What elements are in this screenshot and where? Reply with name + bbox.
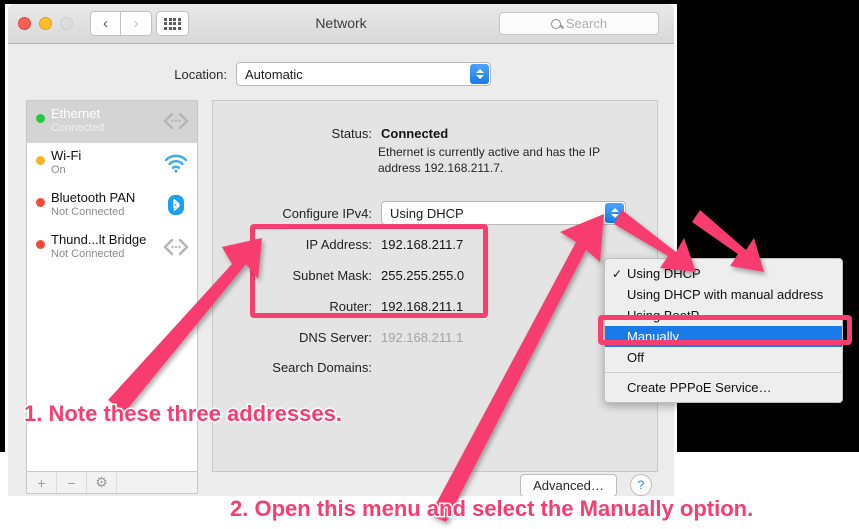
dns-server-value: 192.168.211.1 xyxy=(381,330,464,345)
service-actions-button[interactable]: ⚙ xyxy=(87,472,117,493)
status-dot xyxy=(36,114,45,123)
services-toolbar: + − ⚙ xyxy=(26,472,198,494)
window-titlebar: ‹ › Network Search xyxy=(8,4,674,44)
menu-item-using-dhcp[interactable]: Using DHCP xyxy=(605,263,842,284)
configure-ipv4-label: Configure IPv4: xyxy=(282,205,372,221)
annotation-step-1: 1. Note these three addresses. xyxy=(23,400,344,428)
sidebar-item-ethernet[interactable]: Ethernet Connected xyxy=(27,101,197,143)
annotation-step-2: 2. Open this menu and select the Manuall… xyxy=(228,495,754,523)
sidebar-item-thunderbolt-bridge[interactable]: Thund...lt Bridge Not Connected xyxy=(27,227,197,269)
search-input[interactable]: Search xyxy=(499,12,659,35)
help-button[interactable]: ? xyxy=(630,474,652,496)
sidebar-item-wifi[interactable]: Wi-Fi On xyxy=(27,143,197,185)
status-dot xyxy=(36,198,45,207)
wifi-icon xyxy=(162,153,190,173)
location-select[interactable]: Automatic xyxy=(236,62,491,86)
configure-ipv4-value: Using DHCP xyxy=(390,205,464,221)
ethernet-icon xyxy=(162,237,190,257)
location-label: Location: xyxy=(174,66,227,82)
location-stepper-icon[interactable] xyxy=(470,64,489,84)
ethernet-icon xyxy=(162,111,190,131)
sidebar-item-bluetooth-pan[interactable]: Bluetooth PAN Not Connected xyxy=(27,185,197,227)
menu-item-off[interactable]: Off xyxy=(605,347,842,368)
menu-item-using-dhcp-manual-address[interactable]: Using DHCP with manual address xyxy=(605,284,842,305)
search-domains-value xyxy=(372,360,381,375)
configure-ipv4-select[interactable]: Using DHCP xyxy=(381,201,626,225)
status-description: Ethernet is currently active and has the… xyxy=(378,145,600,175)
menu-separator xyxy=(605,372,842,373)
location-row: Location: Automatic xyxy=(8,62,674,86)
advanced-button[interactable]: Advanced… xyxy=(520,474,617,496)
status-dot xyxy=(36,156,45,165)
screenshot-root: ‹ › Network Search Location: Automatic E… xyxy=(0,0,859,529)
annotation-box-manually xyxy=(598,315,852,345)
location-value: Automatic xyxy=(245,66,303,82)
status-row: Status: Connected xyxy=(212,126,658,141)
configure-ipv4-row: Configure IPv4: Using DHCP xyxy=(212,201,658,225)
search-placeholder: Search xyxy=(565,16,608,31)
search-domains-row: Search Domains: xyxy=(212,360,658,375)
status-dot xyxy=(36,240,45,249)
status-label: Status: xyxy=(331,126,372,141)
search-domains-label: Search Domains: xyxy=(272,360,372,375)
annotation-box-addresses xyxy=(250,224,488,318)
search-icon xyxy=(550,18,561,29)
dns-server-row: DNS Server: 192.168.211.1 xyxy=(212,330,658,345)
menu-item-create-pppoe-service[interactable]: Create PPPoE Service… xyxy=(605,377,842,398)
configure-ipv4-stepper-icon[interactable] xyxy=(605,203,624,223)
add-service-button[interactable]: + xyxy=(27,472,57,493)
bluetooth-icon xyxy=(162,195,190,215)
status-value: Connected xyxy=(381,126,449,141)
dns-server-label: DNS Server: xyxy=(299,330,372,345)
remove-service-button[interactable]: − xyxy=(57,472,87,493)
